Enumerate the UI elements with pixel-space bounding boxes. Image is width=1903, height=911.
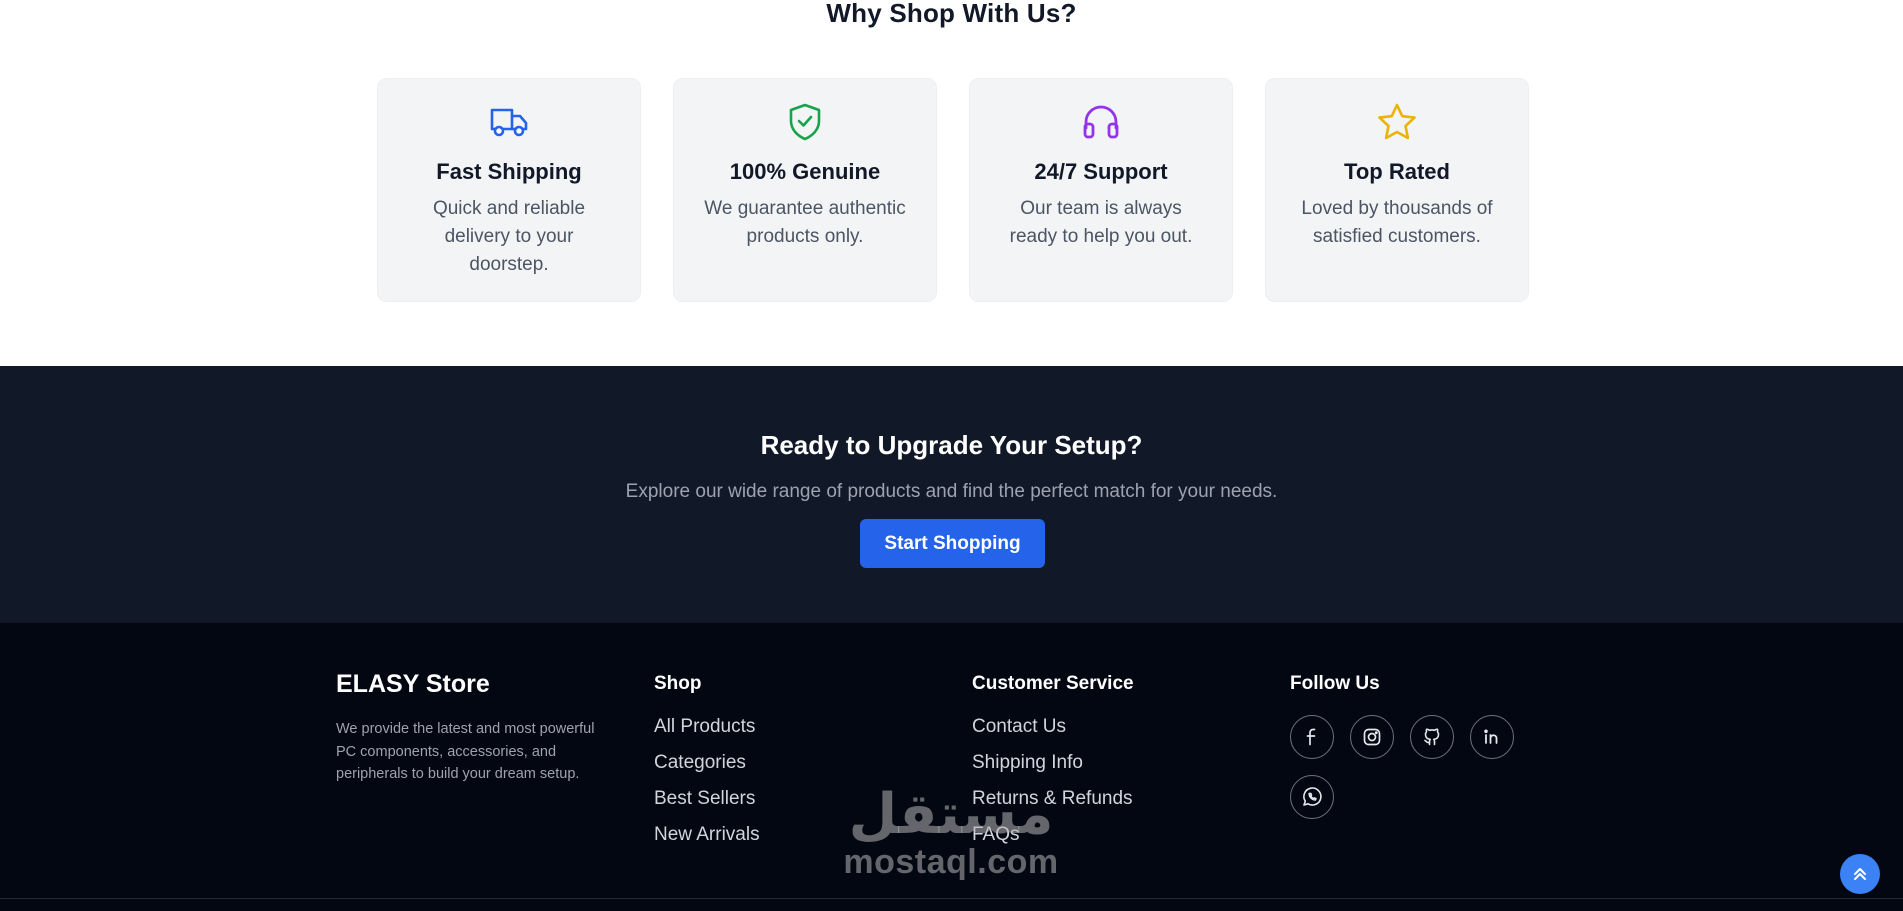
feature-card-fast-shipping: Fast Shipping Quick and reliable deliver… (377, 78, 641, 302)
footer-link-best-sellers[interactable]: Best Sellers (654, 788, 760, 824)
cta-section: Ready to Upgrade Your Setup? Explore our… (0, 366, 1903, 623)
linkedin-icon[interactable] (1470, 715, 1514, 759)
footer-link-faqs[interactable]: FAQs (972, 824, 1133, 860)
feature-title: 100% Genuine (729, 159, 881, 184)
why-shop-section: Why Shop With Us? Fast Shipping Quick an… (0, 0, 1903, 366)
scroll-to-top-button[interactable] (1840, 854, 1880, 894)
shield-check-icon (674, 103, 936, 141)
truck-icon (378, 103, 640, 141)
why-shop-title: Why Shop With Us? (826, 0, 1077, 28)
feature-card-support: 24/7 Support Our team is always ready to… (969, 78, 1233, 302)
feature-description: Loved by thousands of satisfied customer… (1301, 198, 1493, 247)
headphones-icon (970, 103, 1232, 141)
footer: ELASY Store We provide the latest and mo… (0, 623, 1903, 911)
footer-link-all-products[interactable]: All Products (654, 716, 760, 752)
footer-divider (0, 898, 1903, 899)
github-icon[interactable] (1410, 715, 1454, 759)
feature-description: Quick and reliable delivery to your door… (432, 198, 586, 275)
feature-title: Fast Shipping (436, 159, 582, 184)
feature-card-top-rated: Top Rated Loved by thousands of satisfie… (1265, 78, 1529, 302)
footer-link-contact-us[interactable]: Contact Us (972, 716, 1133, 752)
feature-description: We guarantee authentic products only. (704, 198, 906, 247)
star-icon (1266, 103, 1528, 141)
feature-description: Our team is always ready to help you out… (1009, 198, 1193, 247)
double-chevron-up-icon (1854, 868, 1866, 880)
footer-link-new-arrivals[interactable]: New Arrivals (654, 824, 760, 860)
footer-shop-title: Shop (654, 673, 702, 694)
cta-subtitle: Explore our wide range of products and f… (625, 481, 1278, 502)
footer-link-categories[interactable]: Categories (654, 752, 760, 788)
footer-service-title: Customer Service (972, 673, 1134, 694)
start-shopping-button[interactable]: Start Shopping (860, 519, 1045, 568)
feature-card-genuine: 100% Genuine We guarantee authentic prod… (673, 78, 937, 302)
feature-title: Top Rated (1344, 159, 1450, 184)
feature-title: 24/7 Support (1034, 159, 1168, 184)
cta-title: Ready to Upgrade Your Setup? (760, 430, 1143, 460)
footer-follow-title: Follow Us (1290, 673, 1380, 694)
footer-shop-links: All Products Categories Best Sellers New… (654, 716, 760, 860)
footer-brand: ELASY Store (336, 670, 490, 698)
footer-link-shipping-info[interactable]: Shipping Info (972, 752, 1133, 788)
whatsapp-icon[interactable] (1290, 775, 1334, 819)
facebook-icon[interactable] (1290, 715, 1334, 759)
footer-description: We provide the latest and most powerful … (336, 721, 595, 782)
instagram-icon[interactable] (1350, 715, 1394, 759)
footer-service-links: Contact Us Shipping Info Returns & Refun… (972, 716, 1133, 860)
footer-link-returns-refunds[interactable]: Returns & Refunds (972, 788, 1133, 824)
